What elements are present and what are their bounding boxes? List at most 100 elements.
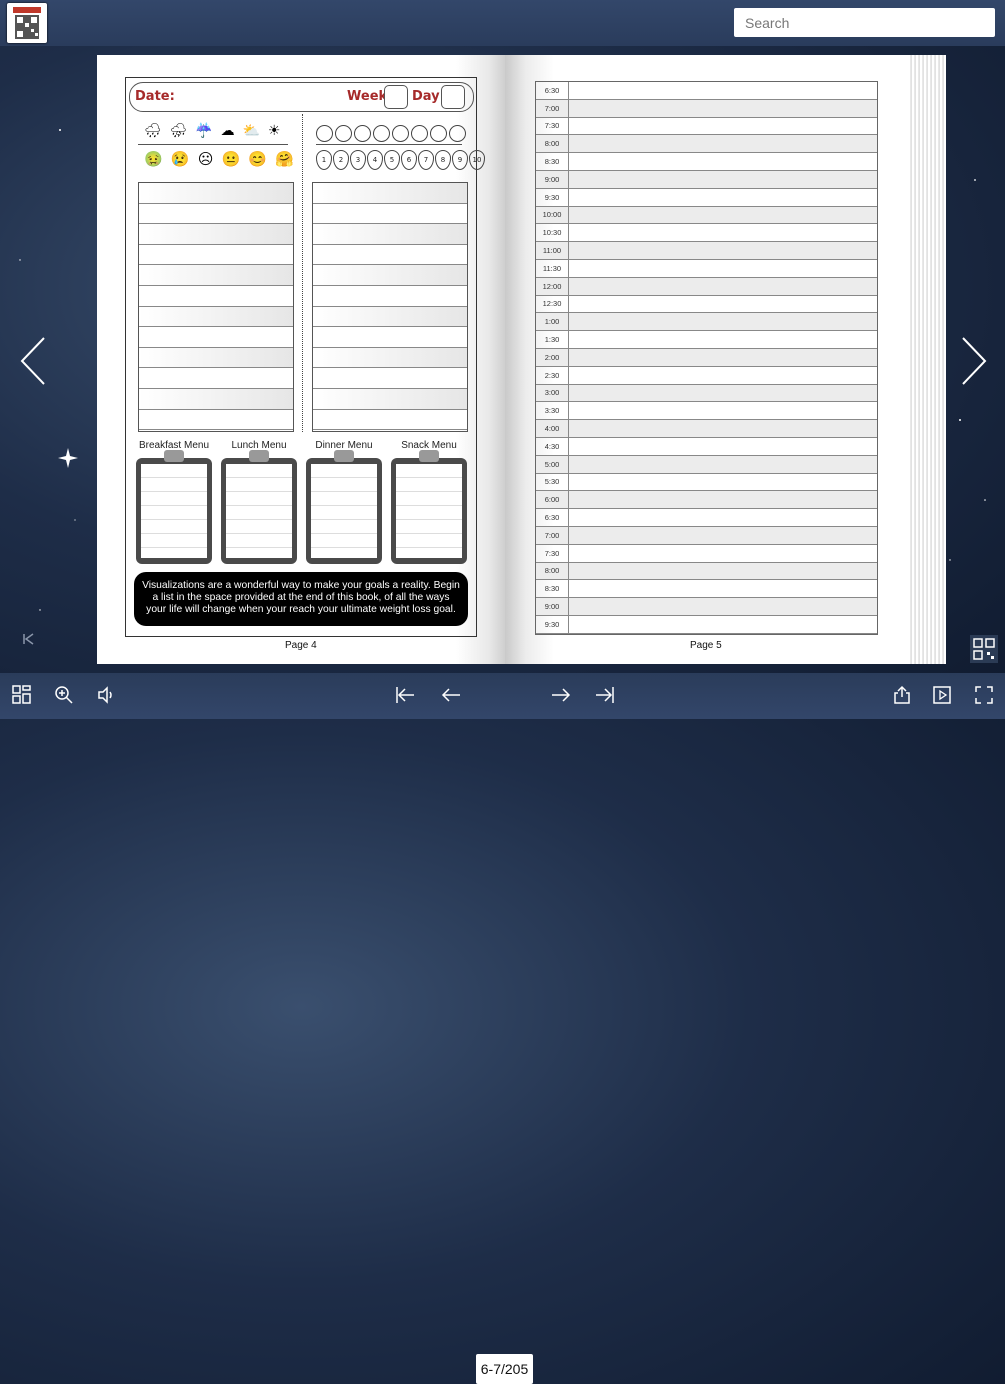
- time-label: 5:00: [536, 455, 569, 473]
- day-box: [441, 85, 465, 109]
- schedule-row: 1:00: [536, 313, 877, 332]
- notes-lines-left: [138, 182, 294, 432]
- time-label: 6:30: [536, 509, 569, 526]
- drop-icon: 4: [367, 150, 383, 170]
- drop-icon: 7: [418, 150, 434, 170]
- schedule-row: 3:00: [536, 384, 877, 403]
- last-page-icon[interactable]: [594, 685, 616, 705]
- time-label: 8:00: [536, 562, 569, 580]
- prev-page-icon[interactable]: [440, 685, 462, 705]
- thumbnails-icon[interactable]: [12, 685, 32, 705]
- drop-icon: 9: [452, 150, 468, 170]
- time-label: 12:30: [536, 295, 569, 313]
- clipboard-icon: [391, 450, 467, 564]
- planner-frame: Date: Week Day 🌧 ⛈ ☔ ☁ ⛅ ☀ 🤢 😢 ☹ 😐 😊 🤗 1…: [125, 77, 485, 637]
- sound-icon[interactable]: [96, 685, 116, 705]
- schedule-row: 9:00: [536, 170, 877, 189]
- schedule-row: 1:30: [536, 331, 877, 349]
- schedule-row: 2:30: [536, 366, 877, 385]
- page-indicator[interactable]: 6-7/205: [476, 1354, 533, 1384]
- fullscreen-icon[interactable]: [974, 685, 994, 705]
- schedule-row: 10:30: [536, 224, 877, 243]
- autoplay-icon[interactable]: [932, 685, 952, 705]
- water-circles: [316, 125, 466, 142]
- qr-logo-icon[interactable]: [7, 3, 47, 43]
- schedule-row: 7:00: [536, 99, 877, 118]
- schedule-row: 12:30: [536, 295, 877, 314]
- day-label: Day: [412, 89, 440, 104]
- page-number-left: Page 4: [285, 640, 317, 651]
- time-label: 8:30: [536, 153, 569, 170]
- first-page-icon[interactable]: [394, 685, 416, 705]
- clipboard-icon: [306, 450, 382, 564]
- hourly-schedule-table: 6:30 7:00 7:30 8:00 8:30 9:00 9:30 10:00 10:30 11…: [535, 81, 878, 635]
- schedule-row: 2:00: [536, 348, 877, 367]
- mood-icons: 🤢 😢 ☹ 😐 😊 🤗: [144, 151, 296, 168]
- time-label: 8:00: [536, 135, 569, 153]
- schedule-row: 7:30: [536, 544, 877, 563]
- drop-icon: 6: [401, 150, 417, 170]
- schedule-row: 6:00: [536, 491, 877, 510]
- schedule-row: 9:30: [536, 188, 877, 207]
- date-label: Date:: [135, 89, 175, 104]
- share-icon[interactable]: [892, 685, 912, 705]
- time-label: 2:30: [536, 366, 569, 384]
- time-label: 9:00: [536, 598, 569, 615]
- time-label: 6:00: [536, 491, 569, 509]
- notes-lines-right: [312, 182, 468, 432]
- time-label: 11:30: [536, 259, 569, 277]
- time-label: 4:30: [536, 437, 569, 455]
- schedule-row: 10:00: [536, 206, 877, 225]
- time-label: 1:00: [536, 313, 569, 331]
- divider: [316, 144, 462, 145]
- time-label: 10:00: [536, 206, 569, 224]
- left-page: Date: Week Day 🌧 ⛈ ☔ ☁ ⛅ ☀ 🤢 😢 ☹ 😐 😊 🤗 1…: [97, 55, 505, 664]
- top-toolbar: [0, 0, 1005, 46]
- schedule-row: 7:30: [536, 117, 877, 136]
- prev-page-arrow-icon[interactable]: [18, 334, 52, 388]
- time-label: 4:00: [536, 420, 569, 437]
- flipbook[interactable]: Date: Week Day 🌧 ⛈ ☔ ☁ ⛅ ☀ 🤢 😢 ☹ 😐 😊 🤗 1…: [97, 55, 946, 664]
- time-label: 8:30: [536, 580, 569, 598]
- time-label: 9:30: [536, 615, 569, 633]
- schedule-row: 9:00: [536, 598, 877, 616]
- drop-icon: 8: [435, 150, 451, 170]
- schedule-row: 5:00: [536, 455, 877, 474]
- bottom-toolbar: 6-7/205: [0, 673, 1005, 1384]
- zoom-in-icon[interactable]: [54, 685, 74, 705]
- next-page-icon[interactable]: [550, 685, 572, 705]
- schedule-row: 8:30: [536, 580, 877, 599]
- page-edges: [908, 55, 946, 664]
- schedule-row: 6:30: [536, 82, 877, 100]
- schedule-row: 8:00: [536, 135, 877, 154]
- time-label: 10:30: [536, 224, 569, 242]
- first-page-small-icon[interactable]: [22, 632, 36, 646]
- water-drops: 1 2 3 4 5 6 7 8 9 10: [316, 150, 485, 170]
- drop-icon: 3: [350, 150, 366, 170]
- time-label: 7:30: [536, 544, 569, 562]
- schedule-row: 11:30: [536, 259, 877, 278]
- drop-icon: 1: [316, 150, 332, 170]
- drop-icon: 2: [333, 150, 349, 170]
- week-label: Week: [347, 89, 388, 104]
- next-page-arrow-icon[interactable]: [955, 334, 989, 388]
- date-bar: Date: Week Day: [129, 82, 474, 112]
- schedule-row: 12:00: [536, 277, 877, 296]
- schedule-row: 8:30: [536, 153, 877, 171]
- time-label: 3:30: [536, 402, 569, 420]
- schedule-row: 4:00: [536, 420, 877, 438]
- time-label: 2:00: [536, 348, 569, 366]
- time-label: 9:30: [536, 188, 569, 206]
- time-label: 9:00: [536, 170, 569, 188]
- schedule-row: 4:30: [536, 437, 877, 456]
- schedule-row: 3:30: [536, 402, 877, 421]
- qr-code-icon[interactable]: [970, 635, 998, 663]
- time-label: 7:00: [536, 99, 569, 117]
- drop-icon: 5: [384, 150, 400, 170]
- search-input[interactable]: [734, 8, 995, 37]
- schedule-row: 8:00: [536, 562, 877, 581]
- time-label: 3:00: [536, 384, 569, 402]
- page-number-right: Page 5: [690, 640, 722, 651]
- time-label: 7:00: [536, 526, 569, 544]
- divider: [138, 144, 288, 145]
